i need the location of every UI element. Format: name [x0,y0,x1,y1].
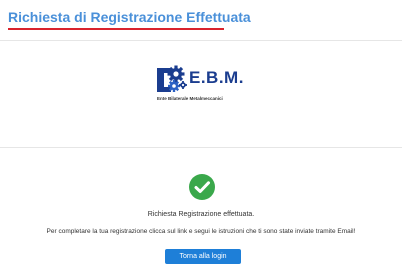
page-header: Richiesta di Registrazione Effettuata [0,0,402,41]
ebm-logo: E.B.M. Ente Bilaterale Metalmeccanici [156,65,248,105]
logo-area: E.B.M. Ente Bilaterale Metalmeccanici [0,41,402,148]
confirmation-message: Per completare la tua registrazione clic… [46,228,356,235]
checkmark-icon [189,174,215,200]
title-underline [8,28,224,30]
confirmation-panel: Richiesta Registrazione effettuata. Per … [0,148,402,264]
back-to-login-button[interactable]: Torna alla login [165,249,241,264]
confirmation-title: Richiesta Registrazione effettuata. [147,211,255,218]
gears-icon [157,65,187,92]
page-title: Richiesta di Registrazione Effettuata [8,9,251,25]
logo-subtitle: Ente Bilaterale Metalmeccanici [157,96,223,101]
logo-text: E.B.M. [189,68,244,87]
